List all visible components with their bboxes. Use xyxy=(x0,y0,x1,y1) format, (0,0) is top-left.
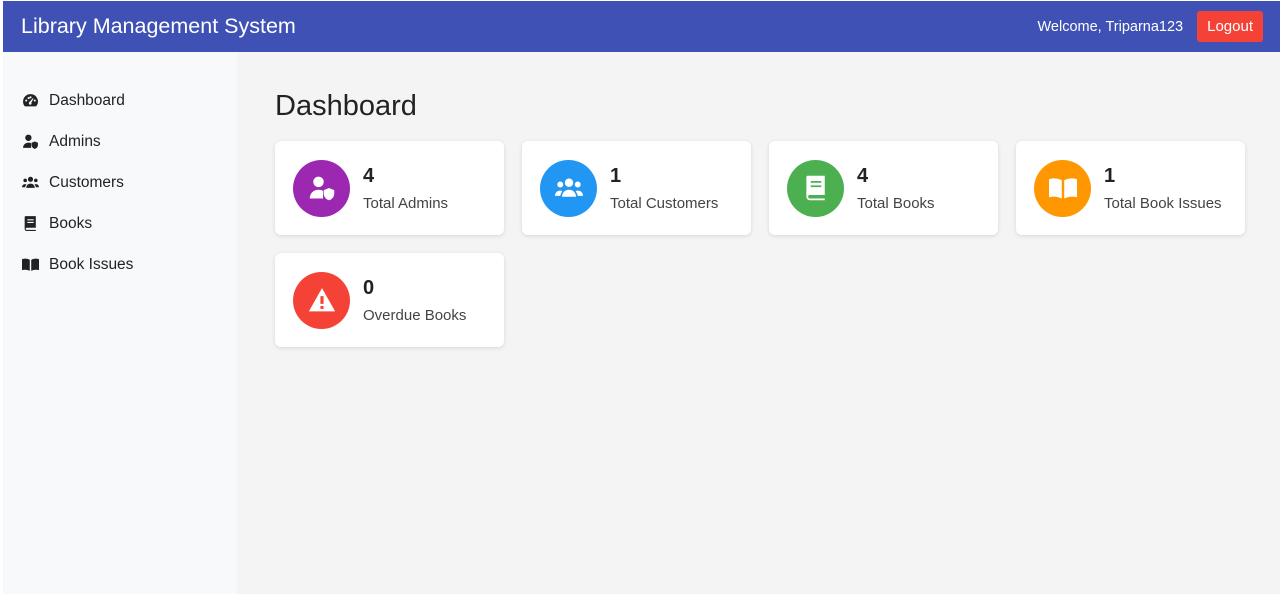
card-label: Total Admins xyxy=(363,195,449,212)
card-icon-circle xyxy=(293,271,350,329)
card-label: Overdue Books xyxy=(363,307,467,324)
book-icon xyxy=(805,175,825,201)
user-shield-icon xyxy=(309,176,334,201)
stat-card-total-book-issues: 1 Total Book Issues xyxy=(1016,141,1245,235)
card-text: 1 Total Customers xyxy=(610,164,718,212)
sidebar-item-label: Dashboard xyxy=(49,91,125,109)
stat-card-overdue-books: 0 Overdue Books xyxy=(275,253,504,347)
welcome-text: Welcome, Triparna123 xyxy=(1037,18,1184,35)
card-text: 4 Total Admins xyxy=(363,164,448,212)
sidebar-item-label: Book Issues xyxy=(49,255,134,273)
stat-card-total-customers: 1 Total Customers xyxy=(522,141,751,235)
card-text: 0 Overdue Books xyxy=(363,276,466,324)
card-value: 0 xyxy=(363,277,375,299)
gauge-icon xyxy=(21,92,39,110)
app-title: Library Management System xyxy=(21,14,296,38)
users-icon xyxy=(21,174,39,192)
main-content: Dashboard 4 Total Admins 1 Total Custome… xyxy=(237,52,1280,594)
card-label: Total Customers xyxy=(610,195,719,212)
card-value: 4 xyxy=(857,165,869,187)
logout-button[interactable]: Logout xyxy=(1197,11,1263,42)
book-open-icon xyxy=(21,256,39,274)
warning-icon xyxy=(308,288,335,312)
card-text: 1 Total Book Issues xyxy=(1104,164,1222,212)
sidebar-item-books[interactable]: Books xyxy=(3,203,237,244)
card-label: Total Book Issues xyxy=(1104,195,1222,212)
book-open-icon xyxy=(1048,178,1077,199)
card-value: 1 xyxy=(1104,165,1116,187)
sidebar: Dashboard Admins Customers Books Book Is… xyxy=(3,52,237,594)
user-shield-icon xyxy=(21,133,39,151)
card-icon-circle xyxy=(1034,159,1091,217)
sidebar-item-label: Customers xyxy=(49,173,124,191)
sidebar-item-label: Books xyxy=(49,214,93,232)
book-icon xyxy=(21,215,39,233)
card-text: 4 Total Books xyxy=(857,164,935,212)
user-area: Welcome, Triparna123 Logout xyxy=(1037,11,1263,42)
stat-card-total-books: 4 Total Books xyxy=(769,141,998,235)
top-navbar: Library Management System Welcome, Tripa… xyxy=(3,1,1280,52)
sidebar-item-book-issues[interactable]: Book Issues xyxy=(3,244,237,285)
sidebar-item-label: Admins xyxy=(49,132,101,150)
sidebar-item-dashboard[interactable]: Dashboard xyxy=(3,80,237,121)
page-title: Dashboard xyxy=(275,90,417,122)
sidebar-item-customers[interactable]: Customers xyxy=(3,162,237,203)
stat-card-total-admins: 4 Total Admins xyxy=(275,141,504,235)
card-icon-circle xyxy=(293,159,350,217)
users-icon xyxy=(554,178,583,197)
stats-cards: 4 Total Admins 1 Total Customers 4 Total… xyxy=(275,141,1280,347)
card-icon-circle xyxy=(787,159,844,217)
card-value: 4 xyxy=(363,165,375,187)
sidebar-item-admins[interactable]: Admins xyxy=(3,121,237,162)
card-value: 1 xyxy=(610,165,622,187)
card-icon-circle xyxy=(540,159,597,217)
card-label: Total Books xyxy=(857,195,935,212)
